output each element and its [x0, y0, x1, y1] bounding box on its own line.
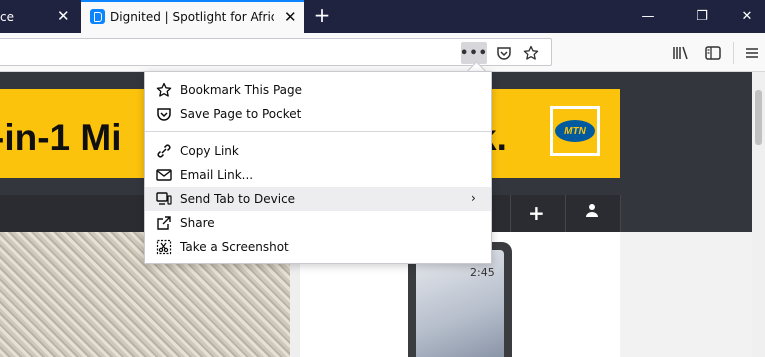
navigation-toolbar: •••: [0, 33, 765, 72]
menu-item-label: Save Page to Pocket: [180, 107, 302, 121]
star-icon: [156, 82, 172, 98]
tab-close-icon[interactable]: ✕: [57, 9, 70, 24]
nav-divider: [620, 195, 621, 232]
menu-item-bookmark[interactable]: Bookmark This Page: [145, 78, 491, 102]
nav-divider: [510, 195, 511, 232]
mtn-logo-text: MTN: [555, 120, 595, 142]
library-icon[interactable]: [670, 42, 692, 64]
tab-active[interactable]: Dignited | Spotlight for African ✕: [81, 0, 304, 33]
menu-item-label: Email Link...: [180, 168, 254, 182]
minimize-button[interactable]: —: [624, 0, 672, 33]
scrollbar-thumb[interactable]: [755, 90, 762, 145]
banner-text: -in-1 Mi: [0, 117, 122, 158]
share-icon: [156, 215, 172, 231]
tab-title: ce: [0, 9, 14, 24]
menu-item-copy-link[interactable]: Copy Link: [145, 139, 491, 163]
menu-item-share[interactable]: Share: [145, 211, 491, 235]
phone-time: 2:45: [470, 266, 495, 279]
add-icon[interactable]: +: [528, 201, 545, 225]
menu-item-email-link[interactable]: Email Link...: [145, 163, 491, 187]
menu-item-send-tab[interactable]: Send Tab to Device ›: [145, 187, 491, 211]
menu-item-label: Share: [180, 216, 215, 230]
menu-item-label: Bookmark This Page: [180, 83, 302, 97]
tab-title: Dignited | Spotlight for African: [110, 10, 274, 24]
menu-item-label: Copy Link: [180, 144, 239, 158]
tab-close-icon[interactable]: ✕: [284, 10, 297, 25]
header-right-area: [620, 72, 752, 232]
close-window-button[interactable]: ✕: [723, 0, 765, 33]
bookmark-star-icon[interactable]: [520, 42, 542, 64]
mail-icon: [156, 167, 172, 183]
pocket-icon[interactable]: [493, 42, 515, 64]
maximize-button[interactable]: ❐: [678, 0, 726, 33]
new-tab-button[interactable]: +: [312, 5, 332, 25]
hamburger-menu-icon[interactable]: [741, 42, 763, 64]
menu-separator: [145, 131, 491, 132]
menu-item-pocket[interactable]: Save Page to Pocket: [145, 102, 491, 126]
link-icon: [156, 143, 172, 159]
page-actions-button[interactable]: •••: [460, 42, 487, 64]
menu-item-label: Take a Screenshot: [180, 240, 289, 254]
pocket-icon: [156, 106, 172, 122]
user-icon[interactable]: [585, 203, 599, 220]
url-bar[interactable]: •••: [0, 38, 552, 66]
screenshot-icon: [156, 239, 172, 255]
chevron-right-icon: ›: [471, 191, 476, 205]
menu-item-label: Send Tab to Device: [180, 192, 296, 206]
mtn-logo: MTN: [550, 106, 600, 156]
toolbar-separator: [733, 42, 734, 64]
tab-strip: ce ✕ Dignited | Spotlight for African ✕ …: [0, 0, 765, 33]
tab-previous[interactable]: ce ✕: [0, 0, 80, 33]
side-panel: [620, 232, 752, 357]
page-actions-menu: Bookmark This Page Save Page to Pocket C…: [144, 71, 492, 264]
favicon-icon: [90, 9, 105, 24]
device-icon: [156, 191, 172, 207]
sidebar-icon[interactable]: [702, 42, 724, 64]
menu-item-screenshot[interactable]: Take a Screenshot: [145, 235, 491, 259]
nav-divider: [565, 195, 566, 232]
